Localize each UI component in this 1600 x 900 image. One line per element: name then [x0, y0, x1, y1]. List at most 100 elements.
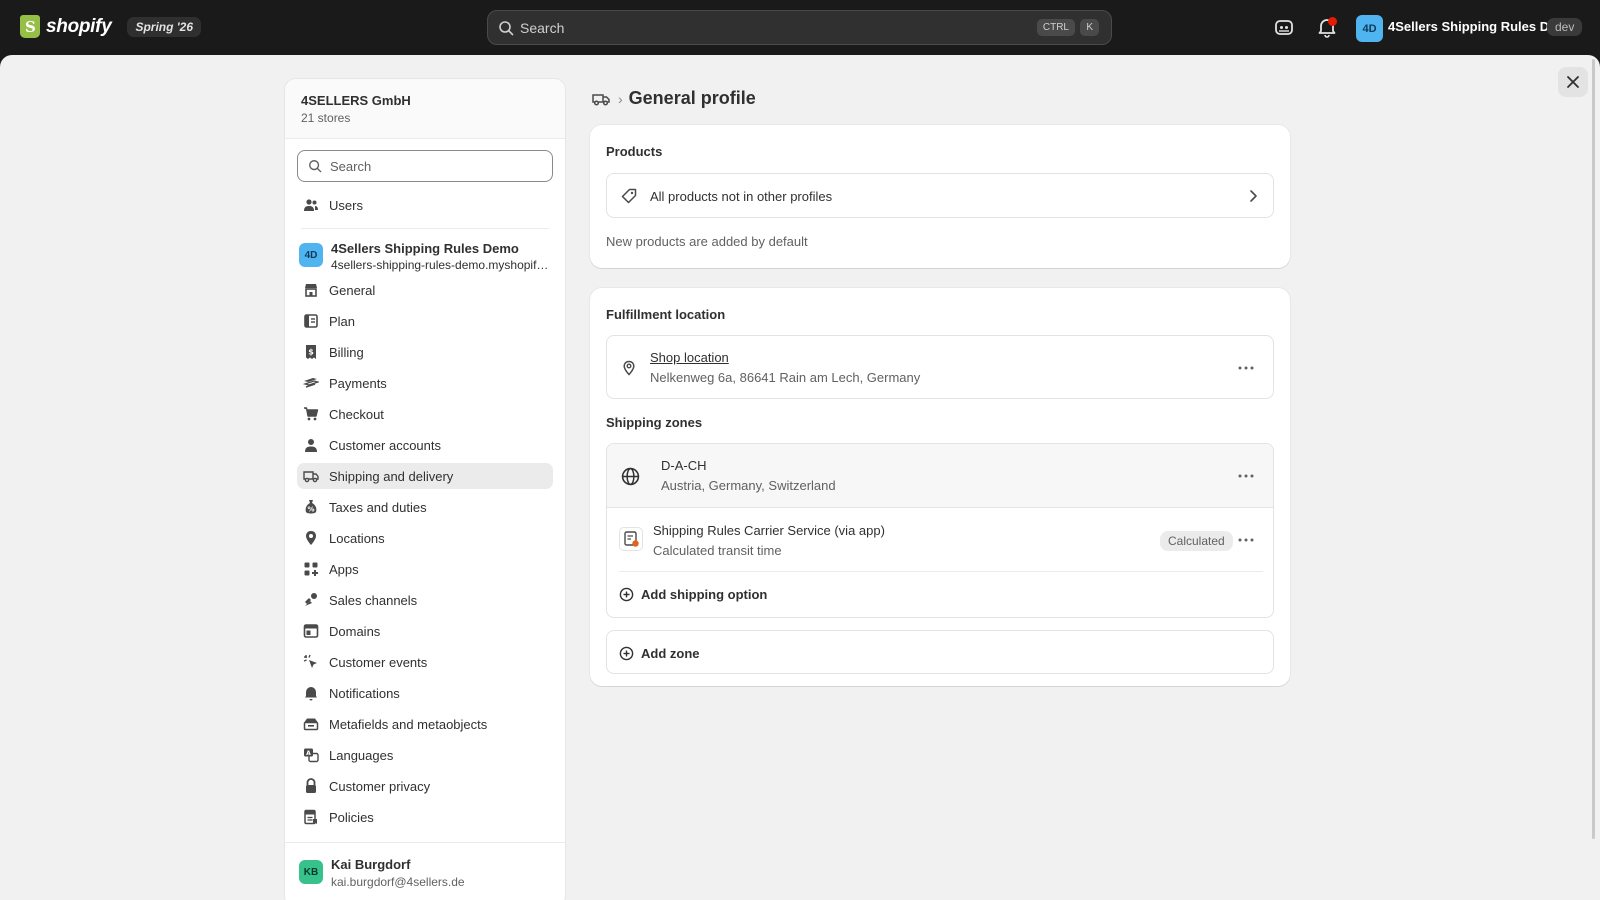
sidebar-item-label: Policies — [329, 809, 374, 825]
sidebar-item-label: Payments — [329, 375, 387, 391]
store-switcher-name[interactable]: 4Sellers Shipping Rules D... — [1388, 19, 1560, 34]
sidebar-item-shipping-and-delivery[interactable]: Shipping and delivery — [297, 463, 553, 489]
sidebar-item-label: Notifications — [329, 685, 400, 701]
fulfillment-card: Fulfillment location Shop location Nelke… — [590, 288, 1290, 686]
sidebar-item-locations[interactable]: Locations — [297, 525, 553, 551]
shipping-zones-title: Shipping zones — [606, 415, 703, 430]
plus-circle-icon — [619, 587, 634, 601]
more-horizontal-icon[interactable] — [1237, 537, 1255, 543]
shopify-logo[interactable]: shopify Spring '26 — [20, 15, 202, 38]
sidebar-item-customer-events[interactable]: Customer events — [297, 649, 553, 675]
search-icon — [309, 160, 322, 173]
sidebar-item-plan[interactable]: Plan — [297, 308, 553, 334]
sidebar-item-general[interactable]: General — [297, 277, 553, 303]
rate-name: Shipping Rules Carrier Service (via app) — [653, 523, 885, 538]
languages-icon: A — [304, 748, 319, 763]
sidebar-item-label: Sales channels — [329, 592, 418, 608]
more-horizontal-icon[interactable] — [1237, 365, 1255, 371]
user-email: kai.burgdorf@4sellers.de — [331, 875, 465, 889]
user-name: Kai Burgdorf — [331, 857, 411, 872]
more-horizontal-icon[interactable] — [1237, 473, 1255, 479]
page-title: General profile — [628, 88, 756, 108]
sidebar-item-policies[interactable]: Policies — [297, 804, 553, 830]
shopify-bag-icon — [20, 15, 40, 38]
sidebar-item-label: Checkout — [329, 406, 384, 422]
settings-sidebar: 4SELLERS GmbH 21 stores Search Users 4D … — [284, 78, 566, 900]
edition-badge: Spring '26 — [127, 16, 202, 37]
sidebar-item-sales-channels[interactable]: Sales channels — [297, 587, 553, 613]
breadcrumb: › General profile — [592, 88, 756, 109]
sidebar-item-label: Metafields and metaobjects — [329, 716, 488, 732]
chevron-right-icon — [1250, 190, 1257, 202]
tax-icon: % — [305, 500, 317, 514]
add-shipping-option-button[interactable]: Add shipping option — [619, 583, 767, 605]
sidebar-item-payments[interactable]: Payments — [297, 370, 553, 396]
sidebar-item-taxes-and-duties[interactable]: % Taxes and duties — [297, 494, 553, 520]
sidebar-item-label: Customer privacy — [329, 778, 431, 794]
add-zone-button[interactable]: Add zone — [606, 630, 1274, 674]
sidebar-item-users[interactable]: Users — [297, 192, 553, 218]
search-placeholder: Search — [520, 19, 565, 36]
sidebar-item-label: Shipping and delivery — [329, 468, 454, 484]
sidebar-item-label: Plan — [329, 313, 356, 329]
cart-icon — [304, 407, 319, 421]
tag-icon — [621, 188, 637, 204]
brand-name: shopify — [46, 15, 112, 37]
search-icon — [499, 20, 514, 35]
shipping-zone-block: D-A-CH Austria, Germany, Switzerland Shi… — [606, 443, 1274, 618]
store-avatar[interactable]: 4D — [1356, 15, 1383, 42]
sidebar-item-label: Languages — [329, 747, 394, 763]
sidekick-icon[interactable] — [1273, 16, 1295, 38]
truck-icon[interactable] — [592, 90, 610, 108]
sidebar-item-checkout[interactable]: Checkout — [297, 401, 553, 427]
shop-location-link[interactable]: Shop location — [650, 350, 729, 365]
products-profile-row[interactable]: All products not in other profiles — [606, 173, 1274, 218]
sidebar-item-label: Locations — [329, 530, 385, 546]
sidebar-item-notifications[interactable]: Notifications — [297, 680, 553, 706]
sidebar-item-metafields-and-metaobjects[interactable]: Metafields and metaobjects — [297, 711, 553, 737]
sidebar-item-domains[interactable]: Domains — [297, 618, 553, 644]
sidebar-item-label: Billing — [329, 344, 364, 360]
apps-icon — [304, 562, 318, 576]
plus-circle-icon — [619, 646, 634, 660]
svg-text:%: % — [307, 506, 314, 514]
current-user[interactable]: KB Kai Burgdorf kai.burgdorf@4sellers.de — [285, 842, 565, 900]
svg-text:A: A — [306, 750, 311, 757]
shortcut-ctrl-key: CTRL — [1036, 19, 1075, 36]
fulfillment-card-title: Fulfillment location — [606, 307, 726, 322]
sidebar-store[interactable]: 4D 4Sellers Shipping Rules Demo 4sellers… — [297, 241, 553, 272]
domains-icon — [303, 624, 319, 638]
org-name: 4SELLERS GmbH — [301, 93, 411, 108]
location-pin-icon — [623, 360, 635, 376]
metafields-icon — [303, 718, 319, 731]
store-name: 4Sellers Shipping Rules Demo — [331, 241, 519, 256]
sidebar-item-label: Apps — [329, 561, 359, 577]
sidebar-item-label: Taxes and duties — [329, 499, 427, 515]
sidebar-item-label: General — [329, 282, 376, 298]
shortcut-k-key: K — [1080, 19, 1099, 36]
sidebar-item-billing[interactable]: $ Billing — [297, 339, 553, 365]
sidebar-item-languages[interactable]: A Languages — [297, 742, 553, 768]
close-settings-button[interactable] — [1558, 67, 1588, 97]
organization-header[interactable]: 4SELLERS GmbH 21 stores — [285, 79, 565, 139]
location-row: Shop location Nelkenweg 6a, 86641 Rain a… — [606, 335, 1274, 399]
settings-search-placeholder: Search — [330, 158, 372, 174]
page-scrollbar[interactable] — [1592, 59, 1595, 839]
store-domain: 4sellers-shipping-rules-demo.myshopify.c… — [331, 258, 551, 272]
global-search-input[interactable]: Search CTRL K — [487, 10, 1112, 45]
sidebar-item-customer-privacy[interactable]: Customer privacy — [297, 773, 553, 799]
globe-icon — [621, 467, 640, 486]
rate-type-badge: Calculated — [1160, 531, 1233, 551]
sidebar-item-apps[interactable]: Apps — [297, 556, 553, 582]
sidebar-item-label: Users — [329, 197, 363, 213]
sidebar-item-label: Customer events — [329, 654, 428, 670]
zone-countries: Austria, Germany, Switzerland — [661, 478, 836, 493]
sidebar-item-customer-accounts[interactable]: Customer accounts — [297, 432, 553, 458]
carrier-app-icon — [619, 527, 643, 551]
sidebar-item-label: Domains — [329, 623, 381, 639]
products-note: New products are added by default — [606, 234, 808, 249]
location-address: Nelkenweg 6a, 86641 Rain am Lech, German… — [650, 370, 921, 385]
notification-badge — [1328, 17, 1337, 26]
close-icon — [1567, 76, 1579, 88]
settings-search-input[interactable]: Search — [297, 150, 553, 182]
